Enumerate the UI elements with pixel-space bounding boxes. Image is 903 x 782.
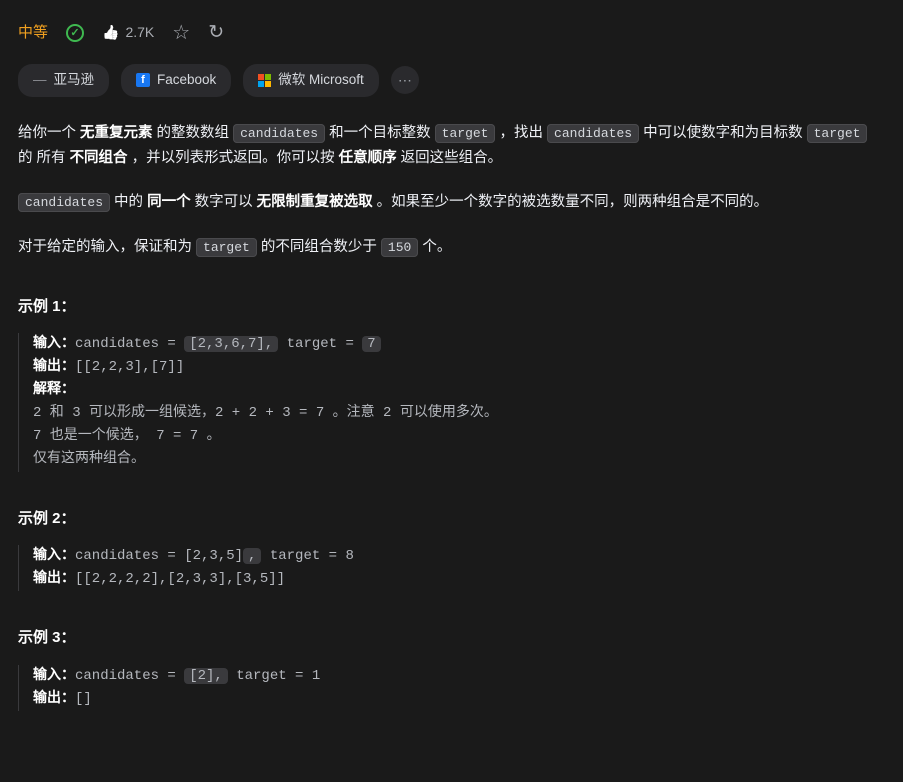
company-tag-amazon[interactable]: 亚马逊 [18,64,109,97]
example-3-title: 示例 3： [18,625,885,651]
thumb-up-icon [102,21,119,45]
company-label: 微软 Microsoft [278,69,364,92]
likes-button[interactable]: 2.7K [102,21,154,45]
description-paragraph: 给你一个 无重复元素 的整数数组 candidates 和一个目标整数 targ… [18,121,885,170]
example-3-block: 输入：candidates = [2], target = 1 输出：[] [18,665,885,711]
dash-icon [33,69,47,92]
more-companies-button[interactable] [391,66,419,94]
example-2-title: 示例 2： [18,506,885,532]
company-tag-facebook[interactable]: Facebook [121,64,231,97]
example-1-title: 示例 1： [18,294,885,320]
problem-description: 给你一个 无重复元素 的整数数组 candidates 和一个目标整数 targ… [18,121,885,260]
facebook-icon [136,73,150,87]
code-candidates: candidates [233,124,325,143]
company-label: 亚马逊 [54,69,95,92]
reload-icon[interactable] [208,17,224,49]
description-paragraph: 对于给定的输入，保证和为 target 的不同组合数少于 150 个。 [18,235,885,260]
example-1-block: 输入：candidates = [2,3,6,7], target = 7 输出… [18,333,885,472]
company-tags-row: 亚马逊 Facebook 微软 Microsoft [18,64,885,97]
code-150: 150 [381,238,418,257]
likes-count: 2.7K [125,21,154,45]
star-icon[interactable] [172,16,190,50]
check-circle-icon [66,24,84,42]
code-target: target [807,124,868,143]
header-row: 中等 2.7K [18,0,885,64]
code-target: target [196,238,257,257]
example-2-block: 输入：candidates = [2,3,5], target = 8 输出：[… [18,545,885,591]
company-tag-microsoft[interactable]: 微软 Microsoft [243,64,379,97]
code-target: target [435,124,496,143]
code-candidates: candidates [18,193,110,212]
microsoft-icon [258,74,271,87]
description-paragraph: candidates 中的 同一个 数字可以 无限制重复被选取 。如果至少一个数… [18,190,885,215]
code-candidates: candidates [547,124,639,143]
company-label: Facebook [157,69,216,92]
difficulty-label: 中等 [18,20,48,46]
